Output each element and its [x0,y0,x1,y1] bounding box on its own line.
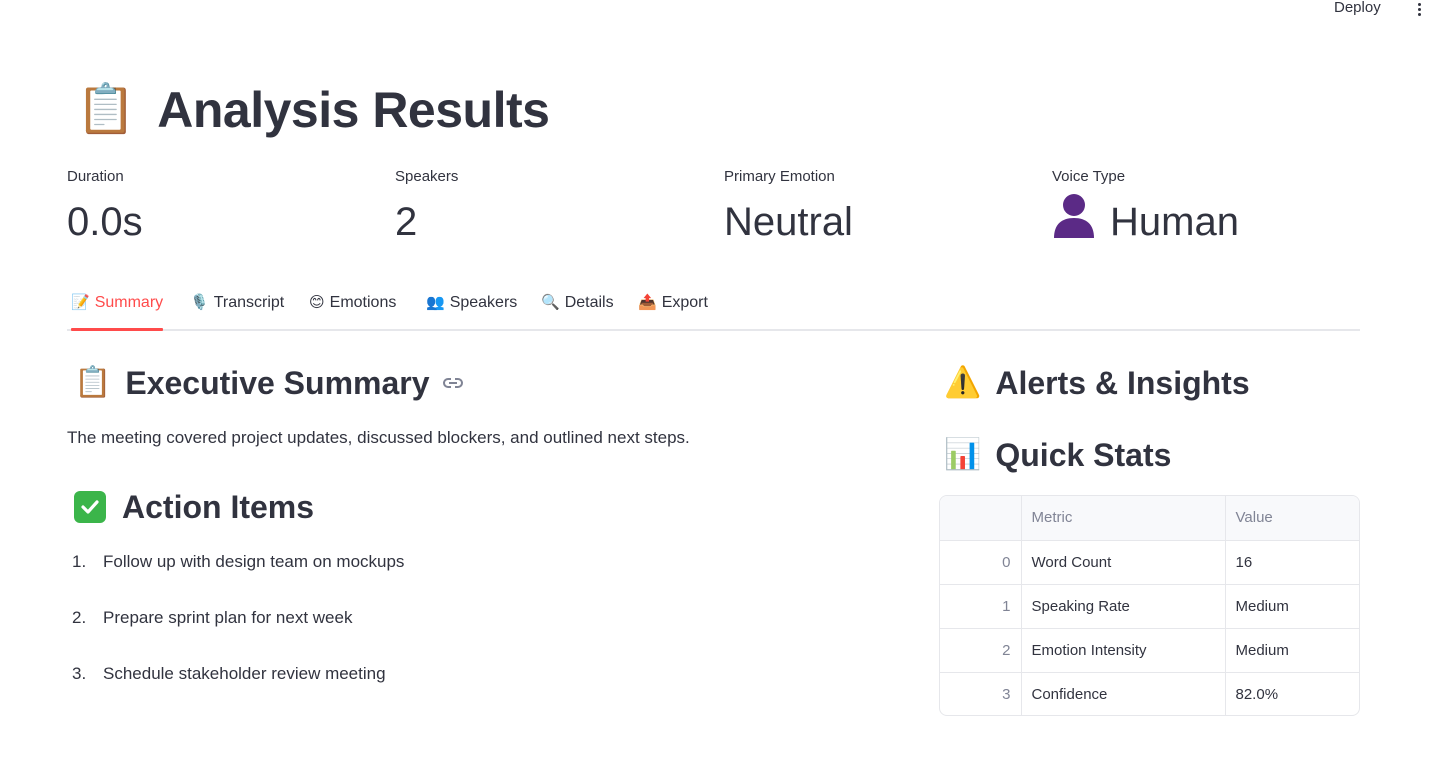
metric-label: Speakers [395,168,459,185]
row-index[interactable]: 0 [940,540,1022,585]
tab-label: Details [564,294,614,311]
list-item: 3. Schedule stakeholder review meeting [67,664,404,720]
table-header-row: Metric Value [940,496,1359,541]
tab-label: Summary [94,294,164,311]
outbox-tray-icon: 📤 [638,294,657,311]
list-item: 1. Follow up with design team on mockups [67,552,404,608]
metric-label: Duration [67,168,124,185]
metric-label: Primary Emotion [724,168,835,185]
table-row: 1 Speaking Rate Medium [940,584,1359,629]
bar-chart-icon: 📊 [944,438,982,471]
value-cell[interactable]: 16 [1225,540,1359,585]
magnifier-icon: 🔍 [541,294,560,311]
value-cell[interactable]: 82.0% [1225,672,1359,715]
heading-text: Action Items [122,488,315,525]
list-number: 1. [72,552,87,571]
list-item-text: Schedule stakeholder review meeting [103,664,386,683]
metric-value: 0.0s [67,200,143,244]
tab-label: Export [661,294,708,311]
smiling-face-icon: 😊 [309,294,325,311]
row-index[interactable]: 1 [940,584,1022,629]
row-index[interactable]: 3 [940,672,1022,715]
page-title-text: Analysis Results [157,82,550,138]
action-items-heading: Action Items [74,486,314,528]
metric-value: 2 [395,200,418,244]
tab-emotions[interactable]: 😊 Emotions [309,283,396,329]
tab-bar: 📝 Summary 🎙️ Transcript 😊 Emotions 👥 Speaker… [67,283,1360,331]
alerts-heading: ⚠️ Alerts & Insights [944,362,1250,404]
table-row: 0 Word Count 16 [940,540,1359,585]
action-items-list: 1. Follow up with design team on mockups… [67,552,404,720]
heading-text: Quick Stats [995,436,1172,473]
clipboard-icon: 📋 [76,83,136,136]
page-title: 📋 Analysis Results [76,78,550,142]
column-header-metric[interactable]: Metric [1021,496,1226,541]
table-row: 2 Emotion Intensity Medium [940,628,1359,673]
metric-cell[interactable]: Word Count [1021,540,1226,585]
list-number: 2. [72,608,87,627]
quick-stats-table[interactable]: Metric Value 0 Word Count 16 1 Speaking … [939,495,1360,716]
tab-export[interactable]: 📤 Export [638,283,708,329]
tab-label: Emotions [329,294,397,311]
heading-text: Alerts & Insights [995,364,1250,401]
list-number: 3. [72,664,87,683]
memo-icon: 📝 [71,294,90,311]
value-cell[interactable]: Medium [1225,584,1359,629]
row-index[interactable]: 2 [940,628,1022,673]
table-row: 3 Confidence 82.0% [940,672,1359,715]
clipboard-icon: 📋 [74,366,112,399]
executive-summary-text: The meeting covered project updates, dis… [67,428,690,447]
column-header-index[interactable] [940,496,1022,541]
executive-summary-heading: 📋 Executive Summary [74,362,464,404]
metric-primary-emotion: Primary Emotion Neutral [724,166,853,248]
metric-speakers: Speakers 2 [395,166,458,248]
metric-duration: Duration 0.0s [67,166,143,248]
metric-cell[interactable]: Speaking Rate [1021,584,1226,629]
list-item: 2. Prepare sprint plan for next week [67,608,404,664]
list-item-text: Follow up with design team on mockups [103,552,405,571]
check-mark-icon [74,491,106,523]
metrics-row: Duration 0.0s Speakers 2 Primary Emotion… [67,166,1367,256]
voice-type-value: Human [1110,200,1239,244]
metric-label: Voice Type [1052,168,1126,185]
microphone-icon: 🎙️ [190,294,209,311]
tab-details[interactable]: 🔍 Details [541,283,614,329]
column-header-value[interactable]: Value [1225,496,1359,541]
main-menu-icon[interactable] [1410,0,1428,20]
tab-label: Transcript [213,294,285,311]
metric-value: Human [1052,193,1239,251]
metric-voice-type: Voice Type Human [1052,166,1239,251]
tab-label: Speakers [449,294,518,311]
person-silhouette-icon [1052,192,1096,251]
people-icon: 👥 [426,294,445,311]
anchor-link-icon[interactable] [442,376,464,390]
metric-cell[interactable]: Emotion Intensity [1021,628,1226,673]
list-item-text: Prepare sprint plan for next week [103,608,353,627]
quick-stats-heading: 📊 Quick Stats [944,434,1171,476]
deploy-button[interactable]: Deploy [1322,0,1393,20]
heading-text: Executive Summary [125,364,430,401]
metric-value: Neutral [724,200,853,244]
tab-speakers[interactable]: 👥 Speakers [426,283,517,329]
tab-summary[interactable]: 📝 Summary [71,283,164,331]
value-cell[interactable]: Medium [1225,628,1359,673]
warning-icon: ⚠️ [944,366,982,399]
top-toolbar: Deploy [0,0,1429,24]
metric-cell[interactable]: Confidence [1021,672,1226,715]
tab-transcript[interactable]: 🎙️ Transcript [190,283,284,329]
